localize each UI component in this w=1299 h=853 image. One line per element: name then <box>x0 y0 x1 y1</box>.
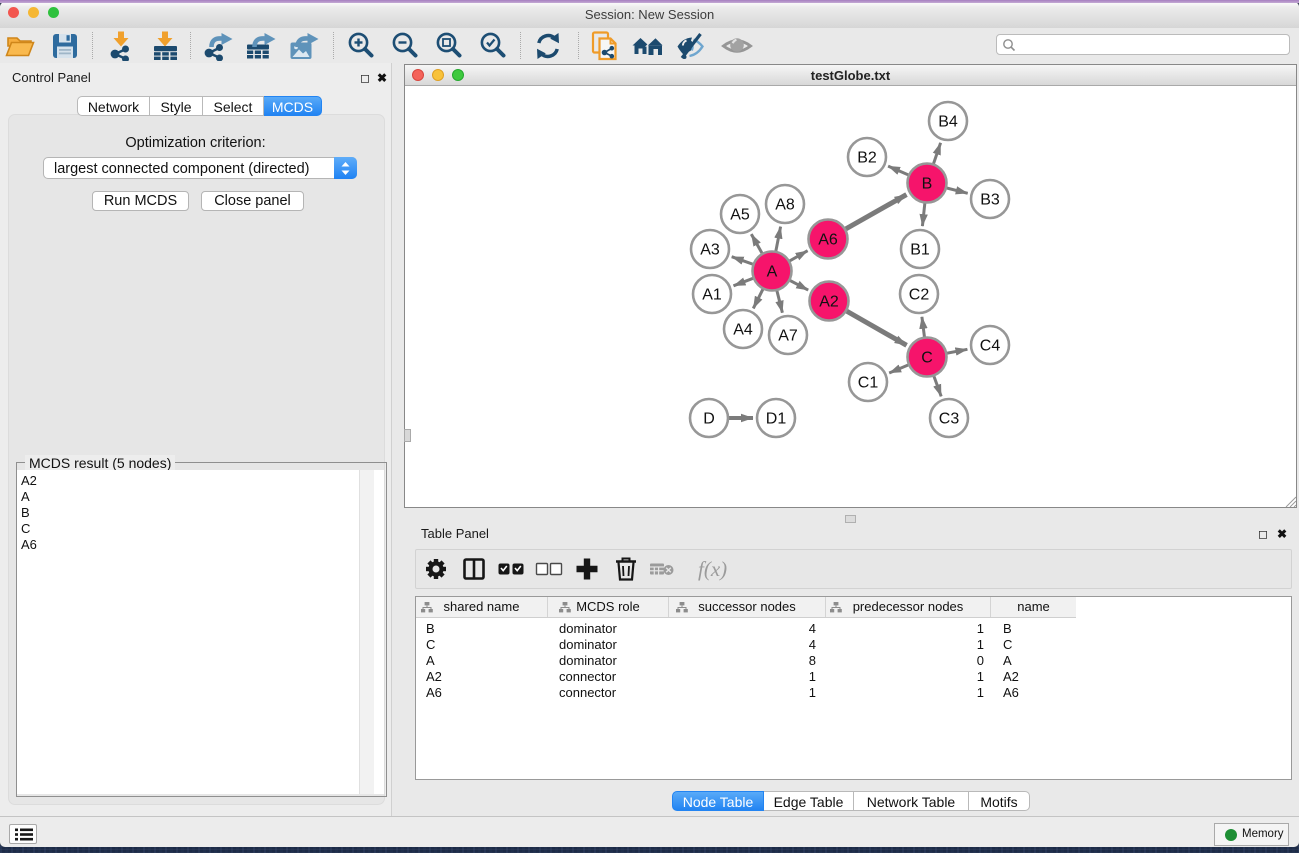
svg-text:A2: A2 <box>819 294 839 311</box>
svg-text:A3: A3 <box>700 242 720 259</box>
svg-text:A4: A4 <box>733 322 753 339</box>
svg-text:B2: B2 <box>857 150 877 167</box>
svg-text:D1: D1 <box>766 411 787 428</box>
svg-text:D: D <box>703 411 715 428</box>
svg-text:A7: A7 <box>778 328 798 345</box>
svg-text:C3: C3 <box>939 411 960 428</box>
svg-text:C1: C1 <box>858 375 879 392</box>
svg-text:A: A <box>767 264 778 281</box>
svg-text:B3: B3 <box>980 192 1000 209</box>
svg-text:A5: A5 <box>730 207 750 224</box>
svg-text:C2: C2 <box>909 287 930 304</box>
svg-text:B1: B1 <box>910 242 930 259</box>
svg-text:A6: A6 <box>818 232 838 249</box>
svg-text:B: B <box>922 176 933 193</box>
svg-text:A8: A8 <box>775 197 795 214</box>
svg-text:A1: A1 <box>702 287 722 304</box>
svg-text:f(x): f(x) <box>698 557 727 581</box>
svg-text:B4: B4 <box>938 114 958 131</box>
svg-text:C4: C4 <box>980 338 1001 355</box>
svg-text:C: C <box>921 350 933 367</box>
